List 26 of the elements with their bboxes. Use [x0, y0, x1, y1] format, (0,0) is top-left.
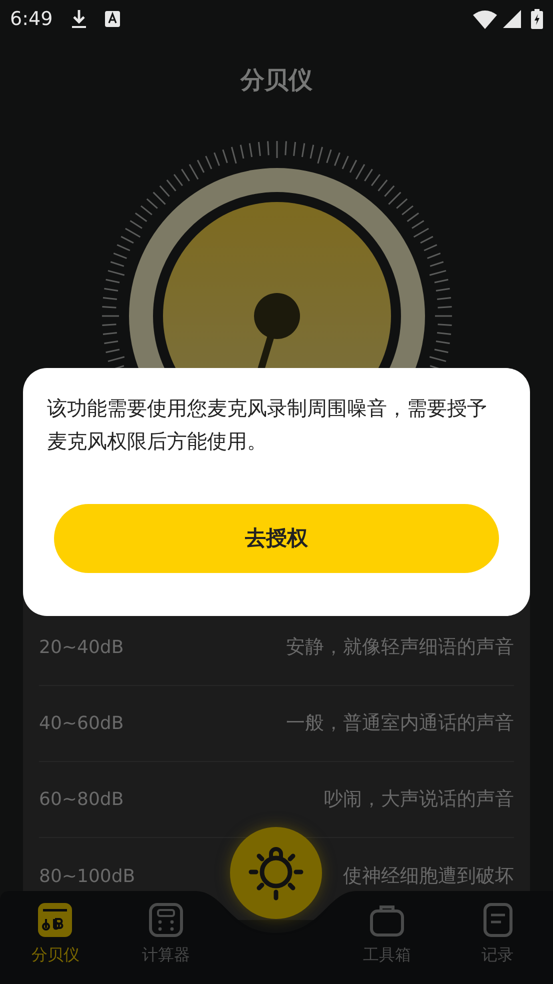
download-icon [70, 9, 87, 29]
toolbox-icon [370, 903, 404, 937]
dialog-message: 该功能需要使用您麦克风录制周围噪音，需要授予麦克风权限后方能使用。 [47, 395, 488, 455]
page-title: 分贝仪 [240, 65, 312, 96]
nav-tab[interactable]: 工具箱 [332, 903, 442, 967]
nav-tab[interactable]: 记录 [442, 903, 553, 967]
level-description: 一般，普通室内通话的声音 [286, 711, 514, 736]
calculator-icon [149, 903, 184, 937]
decibel-icon [38, 903, 72, 937]
light-bulb-icon [248, 844, 304, 902]
level-description: 使神经细胞遭到破坏 [343, 864, 514, 889]
nav-tab[interactable]: 分贝仪 [0, 903, 111, 967]
level-range: 80~100dB [39, 864, 136, 888]
level-description: 安静，就像轻声细语的声音 [286, 635, 514, 660]
nav-tab[interactable]: 计算器 [110, 903, 222, 967]
level-range: 20~40dB [39, 636, 124, 660]
clock: 6:49 [10, 6, 53, 32]
battery-icon [531, 9, 543, 29]
text-icon [104, 11, 120, 27]
level-range: 60~80dB [39, 788, 124, 812]
document-icon [480, 903, 515, 937]
wifi-icon [473, 10, 497, 28]
authorize-button[interactable]: 去授权 [54, 504, 499, 573]
signal-icon [503, 10, 521, 28]
level-description: 吵闹，大声说话的声音 [324, 787, 514, 812]
level-range: 40~60dB [39, 712, 124, 736]
